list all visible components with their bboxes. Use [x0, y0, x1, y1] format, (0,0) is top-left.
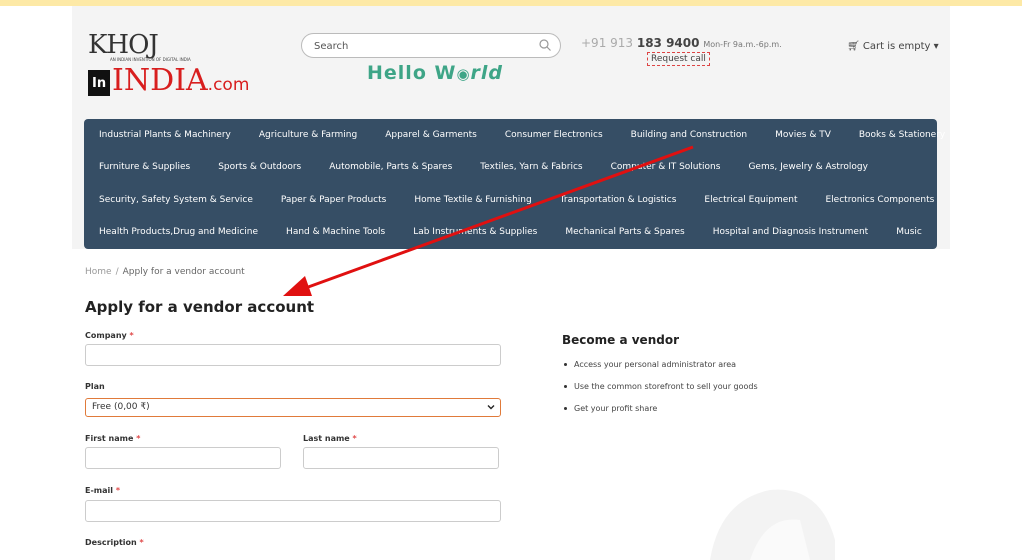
nav-item[interactable]: Transportation & Logistics [560, 195, 677, 205]
nav-item[interactable]: Computer & IT Solutions [611, 162, 721, 172]
email-input[interactable] [85, 500, 501, 522]
nav-item[interactable]: Industrial Plants & Machinery [99, 130, 231, 140]
nav-item[interactable]: Hospital and Diagnosis Instrument [713, 227, 869, 237]
list-item: Access your personal administrator area [562, 360, 758, 369]
page-title: Apply for a vendor account [85, 298, 315, 316]
list-item: Use the common storefront to sell your g… [562, 382, 758, 391]
nav-item[interactable]: Mechanical Parts & Spares [565, 227, 684, 237]
email-label: E-mail * [85, 486, 120, 495]
breadcrumb-home[interactable]: Home [85, 267, 112, 277]
first-name-input[interactable] [85, 447, 281, 469]
cart-icon: 🛒︎ [847, 41, 860, 52]
nav-item[interactable]: Consumer Electronics [505, 130, 603, 140]
breadcrumb-current: Apply for a vendor account [122, 267, 245, 277]
category-nav: Industrial Plants & Machinery Agriculture… [84, 119, 945, 249]
nav-item[interactable]: Hand & Machine Tools [286, 227, 385, 237]
nav-item[interactable]: Textiles, Yarn & Fabrics [480, 162, 582, 172]
company-input[interactable] [85, 344, 501, 366]
breadcrumb: Home / Apply for a vendor account [85, 267, 245, 277]
company-label: Company * [85, 331, 134, 340]
nav-item[interactable]: Lab Instruments & Supplies [413, 227, 537, 237]
last-name-label: Last name * [303, 434, 357, 443]
watermark-icon [710, 489, 835, 560]
nav-row-1: Industrial Plants & Machinery Agriculture… [84, 119, 945, 151]
first-name-label: First name * [85, 434, 141, 443]
hello-world-banner: Hello W◉rld [367, 62, 504, 84]
search-icon[interactable] [538, 38, 552, 52]
nav-item[interactable]: Furniture & Supplies [99, 162, 190, 172]
nav-item[interactable]: Agriculture & Farming [259, 130, 357, 140]
nav-item[interactable]: Building and Construction [631, 130, 747, 140]
last-name-input[interactable] [303, 447, 499, 469]
logo-tagline: AN INDIAN INVENTION OF DIGITAL INDIA [110, 57, 191, 62]
become-vendor-title: Become a vendor [562, 333, 679, 347]
phone-number: +91 913 183 9400 Mon-Fr 9a.m.-6p.m. [581, 36, 782, 50]
nav-item[interactable]: Electrical Equipment [704, 195, 797, 205]
nav-item[interactable]: Home Textile & Furnishing [414, 195, 531, 205]
logo-khoj: KHOJ [88, 30, 159, 60]
nav-row-3: Security, Safety System & Service Paper &… [84, 184, 937, 216]
search-input[interactable] [314, 35, 534, 58]
nav-item[interactable]: Gems, Jewelry & Astrology [748, 162, 867, 172]
vendor-benefits-list: Access your personal administrator area … [562, 360, 758, 426]
nav-item[interactable]: Health Products,Drug and Medicine [99, 227, 258, 237]
nav-item[interactable]: Apparel & Garments [385, 130, 477, 140]
nav-item[interactable]: Books & Stationery [859, 130, 945, 140]
nav-item[interactable]: Paper & Paper Products [281, 195, 386, 205]
nav-item[interactable]: Automobile, Parts & Spares [329, 162, 452, 172]
request-call-link[interactable]: Request call [647, 52, 710, 66]
chevron-down-icon [487, 405, 495, 410]
nav-item[interactable]: Music [896, 227, 922, 237]
chevron-down-icon: ▾ [933, 41, 939, 52]
nav-row-2: Furniture & Supplies Sports & Outdoors Aut… [84, 151, 937, 183]
cart-dropdown[interactable]: 🛒︎ Cart is empty ▾ [847, 41, 939, 52]
search-box[interactable] [301, 33, 561, 58]
nav-row-4: Health Products,Drug and Medicine Hand & … [84, 216, 937, 248]
site-logo[interactable]: KHOJ AN INDIAN INVENTION OF DIGITAL INDI… [88, 30, 249, 100]
description-label: Description * [85, 538, 144, 547]
plan-label: Plan [85, 382, 105, 391]
nav-item[interactable]: Security, Safety System & Service [99, 195, 253, 205]
nav-item[interactable]: Sports & Outdoors [218, 162, 301, 172]
plan-select[interactable]: Free (0,00 ₹) [85, 398, 501, 417]
globe-icon: ◉ [456, 65, 471, 83]
list-item: Get your profit share [562, 404, 758, 413]
logo-india: INDIA.com [112, 63, 250, 98]
nav-item[interactable]: Movies & TV [775, 130, 831, 140]
nav-item[interactable]: Electronics Components [826, 195, 935, 205]
